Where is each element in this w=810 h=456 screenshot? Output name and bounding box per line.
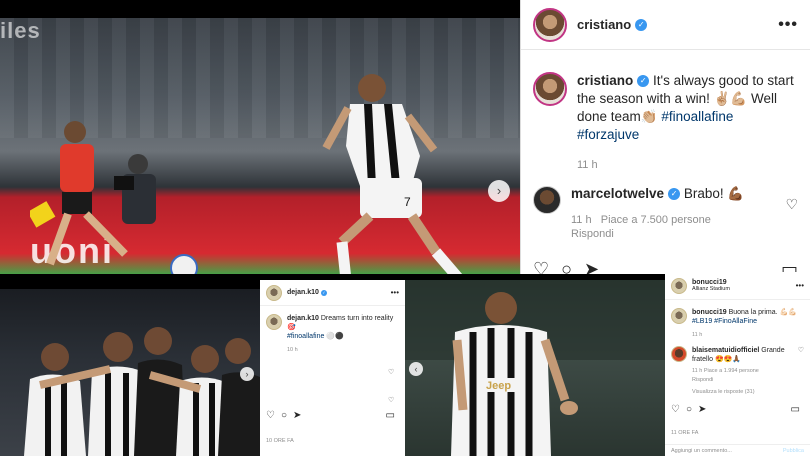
caption-avatar[interactable]: [533, 72, 567, 106]
comment-row: marcelotwelve ✓ Brabo! 💪🏾 11 h Piace a 7.…: [521, 174, 810, 240]
comment-likes[interactable]: Piace a 7.500 persone: [601, 214, 711, 226]
share-icon[interactable]: ➤: [698, 404, 706, 415]
post-timestamp: 10 ORE FA: [266, 438, 294, 444]
player-figure: Jeep: [405, 280, 665, 456]
ball: [170, 254, 198, 274]
comment-reply-button[interactable]: Rispondi: [692, 376, 798, 385]
post-location[interactable]: Allianz Stadium: [692, 286, 730, 292]
more-options-icon[interactable]: •••: [778, 16, 798, 34]
share-icon[interactable]: ➤: [293, 410, 301, 421]
photographer-figure: [114, 154, 156, 224]
comment-timestamp: 11 h: [571, 214, 592, 226]
comment-body: marcelotwelve ✓ Brabo! 💪🏾 11 h Piace a 7.…: [571, 186, 744, 240]
post-timestamp: 11 ORE FA: [671, 430, 699, 436]
post-header: bonucci19 Allianz Stadium •••: [665, 272, 810, 300]
bonucci-photo: Jeep ‹: [405, 280, 665, 456]
comment-like-icon[interactable]: ♡: [388, 368, 394, 376]
top-black-bar: [0, 0, 520, 18]
verified-badge-icon: ✓: [320, 289, 327, 296]
post-username[interactable]: cristiano: [577, 17, 631, 32]
post-username[interactable]: dejan.k10: [287, 289, 319, 296]
player-figure: 7: [322, 74, 463, 274]
caption-username[interactable]: dejan.k10: [287, 315, 319, 322]
like-icon[interactable]: ♡: [671, 404, 680, 415]
team-celebration-photo: ›: [0, 289, 260, 456]
more-options-icon[interactable]: •••: [391, 288, 399, 297]
comment-username[interactable]: blaisematuidiofficiel: [692, 347, 759, 354]
post-header: cristiano ✓ •••: [521, 0, 810, 50]
like-icon[interactable]: ♡: [533, 259, 549, 274]
avatar[interactable]: [266, 284, 282, 301]
post-username[interactable]: bonucci19: [692, 279, 730, 286]
verified-badge-icon: ✓: [637, 75, 650, 88]
caption-text-block: cristiano ✓ It's always good to start the…: [577, 72, 798, 174]
caption-username[interactable]: cristiano: [577, 73, 633, 88]
ad-board-top: iles: [0, 18, 41, 43]
caption-text: Buona la prima. 💪🏻💪🏻: [728, 309, 797, 316]
post-action-bar: ♡ ○ ➤ ▭: [260, 410, 405, 421]
caption-text-block: dejan.k10 Dreams turn into reality 🎯 #fi…: [287, 314, 399, 355]
view-replies-link[interactable]: Visualizza le risposte (31): [692, 388, 798, 397]
comment-row: blaisematuidiofficiel Grande fratello 😍😍…: [665, 340, 810, 397]
comment-icon[interactable]: ○: [281, 410, 287, 421]
caption-timestamp: 11 h: [692, 332, 703, 338]
hashtag-finoallafine[interactable]: #finoallafine: [661, 109, 733, 124]
players-group-figure: [24, 327, 260, 456]
commenter-avatar[interactable]: [533, 186, 561, 214]
comment-likes[interactable]: Piace a 1.994 persone: [704, 368, 759, 374]
dejan-post-panel: dejan.k10 ✓ ••• dejan.k10 Dreams turn in…: [260, 280, 405, 456]
instagram-post-panel: cristiano ✓ ••• cristiano ✓ It's always g…: [520, 0, 810, 274]
caption-text-block: bonucci19 Buona la prima. 💪🏻💪🏻 #LB19 #Fi…: [692, 308, 797, 340]
post-action-bar: ♡ ○ ➤ ▭: [533, 259, 798, 274]
next-photo-button[interactable]: ›: [240, 367, 254, 381]
comment-like-icon[interactable]: ♡: [785, 196, 798, 213]
hashtag-finoallafine[interactable]: #finoallafine: [287, 333, 324, 340]
svg-text:Jeep: Jeep: [486, 380, 511, 392]
svg-text:7: 7: [404, 195, 411, 209]
avatar[interactable]: [671, 277, 687, 294]
hashtag-forzajuve[interactable]: #forzajuve: [577, 127, 639, 142]
comment-text: Brabo! 💪🏾: [683, 186, 745, 201]
post-caption: dejan.k10 Dreams turn into reality 🎯 #fi…: [260, 306, 405, 355]
prev-photo-button[interactable]: ‹: [409, 362, 423, 376]
post-photo-main: iles uoni 7 ›: [0, 18, 520, 274]
caption-avatar[interactable]: [266, 314, 282, 330]
collage: iles uoni 7 › cristiano ✓ ••• cristiano …: [0, 0, 810, 456]
more-options-icon[interactable]: •••: [796, 281, 804, 290]
commenter-avatar[interactable]: [671, 346, 687, 362]
caption-username[interactable]: bonucci19: [692, 309, 727, 316]
post-action-bar: ♡ ○ ➤ ▭: [665, 404, 810, 415]
caption-timestamp: 10 h: [287, 347, 298, 353]
comment-reply-button[interactable]: Rispondi: [571, 228, 744, 240]
share-icon[interactable]: ➤: [584, 259, 599, 274]
caption-timestamp: 11 h: [577, 159, 598, 171]
comment-body: blaisematuidiofficiel Grande fratello 😍😍…: [692, 346, 798, 397]
publish-button[interactable]: Pubblica: [783, 448, 804, 454]
comment-like-icon[interactable]: ♡: [798, 346, 804, 397]
post-header: dejan.k10 ✓ •••: [260, 280, 405, 306]
comment-icon[interactable]: ○: [561, 259, 572, 274]
verified-badge-icon: ✓: [635, 18, 648, 31]
caption-hashtags[interactable]: #LB19 #FinoAllaFine: [692, 318, 757, 325]
add-comment-bar: Aggiungi un commento... Pubblica: [665, 444, 810, 456]
bonucci-post-panel: bonucci19 Allianz Stadium ••• bonucci19 …: [665, 272, 810, 456]
verified-badge-icon: ✓: [668, 188, 681, 201]
comment-username[interactable]: marcelotwelve: [571, 186, 664, 201]
post-caption: cristiano ✓ It's always good to start the…: [521, 50, 810, 174]
comment-icon[interactable]: ○: [686, 404, 692, 415]
post-caption: bonucci19 Buona la prima. 💪🏻💪🏻 #LB19 #Fi…: [665, 300, 810, 340]
add-comment-input[interactable]: Aggiungi un commento...: [671, 448, 732, 454]
save-icon[interactable]: ▭: [791, 404, 804, 415]
comment-like-icon[interactable]: ♡: [388, 396, 394, 404]
avatar[interactable]: [533, 7, 567, 42]
caption-avatar[interactable]: [671, 308, 687, 324]
comment-timestamp: 11 h: [692, 368, 703, 374]
save-icon[interactable]: ▭: [386, 410, 399, 421]
like-icon[interactable]: ♡: [266, 410, 275, 421]
next-photo-button[interactable]: ›: [488, 180, 510, 202]
